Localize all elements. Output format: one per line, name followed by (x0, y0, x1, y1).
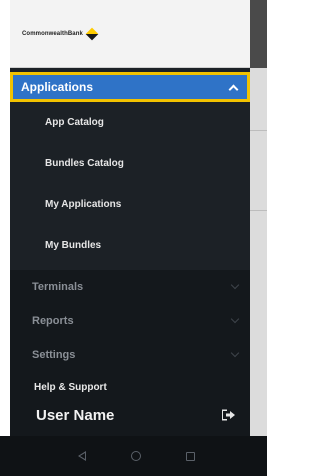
brand-logo-icon (85, 27, 99, 40)
android-navigation-bar (0, 436, 267, 476)
applications-menu-header[interactable]: Applications (10, 72, 250, 102)
menu-item-my-bundles[interactable]: My Bundles (10, 225, 250, 266)
background-app (250, 0, 267, 476)
phone-screen: CommonwealthBank Applications App Catalo… (0, 0, 267, 476)
logo-area: CommonwealthBank (10, 0, 250, 68)
home-circle-icon (131, 451, 141, 461)
home-button[interactable] (129, 449, 143, 463)
menu-section-label: Settings (32, 349, 76, 361)
chevron-down-icon (230, 314, 240, 324)
background-divider (250, 210, 267, 211)
navigation-drawer: CommonwealthBank Applications App Catalo… (10, 0, 250, 476)
chevron-up-icon (228, 84, 239, 94)
logout-icon[interactable] (222, 409, 236, 421)
user-row: User Name (10, 402, 250, 428)
menu-section-label: Terminals (32, 281, 84, 293)
user-name: User Name (36, 406, 115, 424)
menu-section-settings[interactable]: Settings (10, 338, 250, 372)
menu-item-label: My Applications (45, 199, 122, 210)
menu-item-bundles-catalog[interactable]: Bundles Catalog (10, 143, 250, 184)
menu-item-label: App Catalog (45, 117, 104, 128)
recent-apps-button[interactable] (183, 449, 197, 463)
background-divider (250, 130, 267, 131)
back-button[interactable] (75, 449, 89, 463)
menu-section-label: Reports (32, 315, 74, 327)
menu-item-label: Bundles Catalog (45, 158, 124, 169)
menu-item-label: My Bundles (45, 240, 102, 251)
chevron-down-icon (230, 280, 240, 290)
brand-logo-text: CommonwealthBank (22, 30, 83, 37)
menu-section-reports[interactable]: Reports (10, 304, 250, 338)
applications-label: Applications (21, 80, 94, 94)
menu-item-my-applications[interactable]: My Applications (10, 184, 250, 225)
menu-section-terminals[interactable]: Terminals (10, 270, 250, 304)
back-triangle-icon (78, 451, 86, 461)
recent-square-icon (185, 451, 195, 461)
help-support-label: Help & Support (34, 381, 107, 393)
chevron-down-icon (230, 348, 240, 358)
help-support-link[interactable]: Help & Support (10, 372, 250, 402)
menu-item-app-catalog[interactable]: App Catalog (10, 102, 250, 143)
background-app-header (250, 0, 267, 68)
